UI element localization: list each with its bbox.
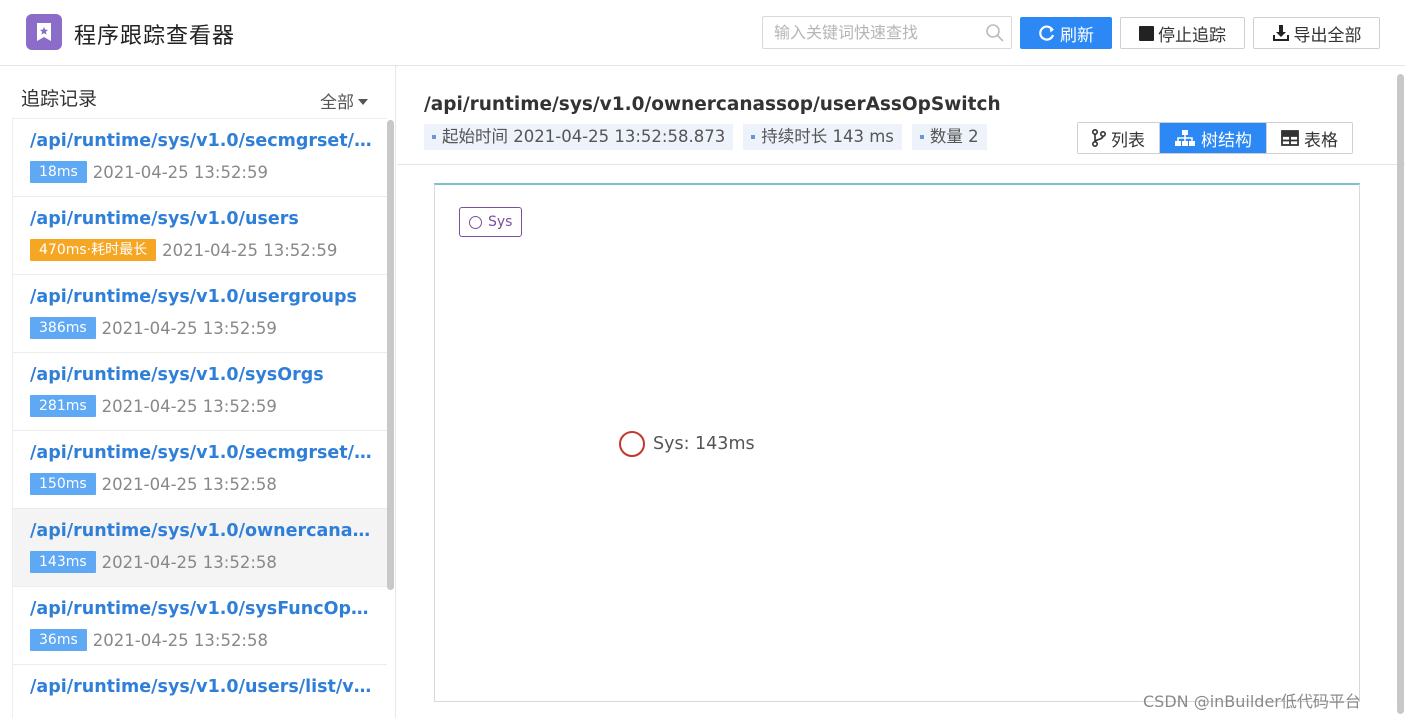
trace-url[interactable]: /api/runtime/sys/v1.0/secmgrset/funco...	[30, 131, 375, 151]
caret-down-icon	[358, 98, 368, 105]
trace-url[interactable]: /api/runtime/sys/v1.0/usergroups	[30, 287, 375, 307]
legend-label: Sys	[488, 214, 513, 230]
header-divider	[397, 164, 1405, 165]
trace-timestamp: 2021-04-25 13:52:59	[101, 318, 277, 338]
trace-meta: 150ms 2021-04-25 13:52:58	[30, 473, 387, 495]
trace-title: /api/runtime/sys/v1.0/ownercanassop/user…	[424, 94, 1001, 115]
trace-list-item[interactable]: /api/runtime/sys/v1.0/sysFuncOpPermis...…	[13, 587, 387, 665]
app-logo	[26, 14, 62, 50]
stop-tracking-button[interactable]: 停止追踪	[1120, 17, 1245, 49]
trace-list-item[interactable]: /api/runtime/sys/v1.0/sysOrgs 281ms 2021-0…	[13, 353, 387, 431]
trace-url[interactable]: /api/runtime/sys/v1.0/sysOrgs	[30, 365, 375, 385]
trace-timestamp: 2021-04-25 13:52:58	[101, 474, 277, 494]
trace-meta: 386ms 2021-04-25 13:52:59	[30, 317, 387, 339]
trace-url[interactable]: /api/runtime/sys/v1.0/users	[30, 209, 375, 229]
trace-list-item[interactable]: /api/runtime/sys/v1.0/secmgrset/useSe...…	[13, 431, 387, 509]
start-time-tag: 起始时间 2021-04-25 13:52:58.873	[424, 124, 734, 150]
bullet-icon	[751, 135, 756, 139]
stop-icon	[1139, 25, 1154, 41]
refresh-icon	[1039, 25, 1055, 41]
tree-node[interactable]: Sys: 143ms	[619, 431, 755, 457]
table-icon	[1281, 130, 1299, 146]
trace-timestamp: 2021-04-25 13:52:58	[92, 630, 268, 650]
duration-badge: 36ms	[30, 629, 87, 651]
trace-meta: 470ms·耗时最长 2021-04-25 13:52:59	[30, 239, 387, 261]
trace-list-item[interactable]: /api/runtime/sys/v1.0/secmgrset/funco...…	[13, 119, 387, 197]
duration-badge: 143ms	[30, 551, 96, 573]
trace-list-item[interactable]: /api/runtime/sys/v1.0/users 470ms·耗时最长 202…	[13, 197, 387, 275]
stop-label: 停止追踪	[1158, 25, 1226, 46]
bullet-icon	[919, 135, 924, 139]
view-tree-label: 树结构	[1201, 130, 1252, 151]
trace-url[interactable]: /api/runtime/sys/v1.0/ownercanassop/...	[30, 521, 375, 541]
trace-summary-tags: 起始时间 2021-04-25 13:52:58.873 持续时长 143 ms…	[424, 124, 987, 150]
trace-list-item[interactable]: /api/runtime/sys/v1.0/ownercanassop/... 1…	[13, 509, 387, 587]
trace-url[interactable]: /api/runtime/sys/v1.0/users/list/viewsys	[30, 677, 375, 697]
view-list-label: 列表	[1111, 130, 1145, 151]
trace-list-item[interactable]: /api/runtime/sys/v1.0/usergroups 386ms 202…	[13, 275, 387, 353]
view-tree-button[interactable]: 树结构	[1160, 123, 1267, 153]
sidebar-title: 追踪记录	[21, 88, 98, 110]
duration-badge: 281ms	[30, 395, 96, 417]
duration-badge: 150ms	[30, 473, 96, 495]
refresh-label: 刷新	[1060, 25, 1094, 46]
download-icon	[1272, 25, 1289, 41]
sys-legend[interactable]: Sys	[459, 207, 523, 237]
bookmark-star-icon	[37, 23, 51, 41]
trace-list-item[interactable]: /api/runtime/sys/v1.0/users/list/viewsys	[13, 665, 387, 718]
node-label: Sys: 143ms	[653, 434, 755, 454]
count-tag: 数量 2	[911, 124, 987, 150]
tree-canvas[interactable]: Sys Sys: 143ms	[434, 183, 1360, 702]
filter-dropdown[interactable]: 全部	[320, 88, 368, 113]
main-scrollbar[interactable]	[1397, 74, 1404, 714]
search-box[interactable]	[762, 16, 1012, 49]
bullet-icon	[432, 135, 436, 139]
app-title: 程序跟踪查看器	[74, 24, 236, 49]
duration-badge: 386ms	[30, 317, 96, 339]
app-header: 程序跟踪查看器 刷新 停止追踪 导出全部	[0, 0, 1405, 66]
export-label: 导出全部	[1293, 25, 1362, 46]
start-time-text: 起始时间 2021-04-25 13:52:58.873	[442, 127, 726, 146]
watermark: CSDN @inBuilder低代码平台	[1143, 692, 1361, 711]
search-icon[interactable]	[985, 23, 1005, 47]
trace-meta: 36ms 2021-04-25 13:52:58	[30, 629, 387, 651]
node-circle-icon	[619, 431, 645, 457]
view-table-button[interactable]: 表格	[1267, 123, 1352, 153]
duration-badge: 18ms	[30, 161, 87, 183]
trace-list: /api/runtime/sys/v1.0/secmgrset/funco...…	[12, 118, 387, 718]
sitemap-icon	[1175, 130, 1195, 146]
trace-meta: 143ms 2021-04-25 13:52:58	[30, 551, 387, 573]
trace-url[interactable]: /api/runtime/sys/v1.0/secmgrset/useSe...	[30, 443, 375, 463]
sidebar-header: 追踪记录 全部	[0, 66, 396, 118]
search-input[interactable]	[763, 17, 973, 48]
refresh-button[interactable]: 刷新	[1020, 17, 1112, 49]
duration-badge: 470ms·耗时最长	[30, 239, 157, 261]
trace-timestamp: 2021-04-25 13:52:58	[101, 552, 277, 572]
trace-timestamp: 2021-04-25 13:52:59	[162, 240, 338, 260]
trace-meta: 281ms 2021-04-25 13:52:59	[30, 395, 387, 417]
duration-text: 持续时长 143 ms	[761, 127, 894, 146]
view-switcher: 列表 树结构 表格	[1077, 122, 1353, 154]
trace-url[interactable]: /api/runtime/sys/v1.0/sysFuncOpPermis...	[30, 599, 375, 619]
filter-label: 全部	[320, 93, 354, 113]
trace-timestamp: 2021-04-25 13:52:59	[101, 396, 277, 416]
trace-timestamp: 2021-04-25 13:52:59	[92, 162, 268, 182]
view-table-label: 表格	[1304, 130, 1338, 151]
view-list-button[interactable]: 列表	[1078, 123, 1160, 153]
sidebar-scrollbar[interactable]	[387, 120, 394, 590]
trace-sidebar: 追踪记录 全部 /api/runtime/sys/v1.0/secmgrset/…	[0, 66, 396, 718]
count-text: 数量 2	[929, 127, 979, 146]
trace-meta: 18ms 2021-04-25 13:52:59	[30, 161, 387, 183]
trace-detail: /api/runtime/sys/v1.0/ownercanassop/user…	[397, 66, 1405, 718]
export-all-button[interactable]: 导出全部	[1253, 17, 1380, 49]
branch-icon	[1092, 129, 1106, 147]
circle-icon	[469, 215, 482, 229]
duration-tag: 持续时长 143 ms	[743, 124, 902, 150]
